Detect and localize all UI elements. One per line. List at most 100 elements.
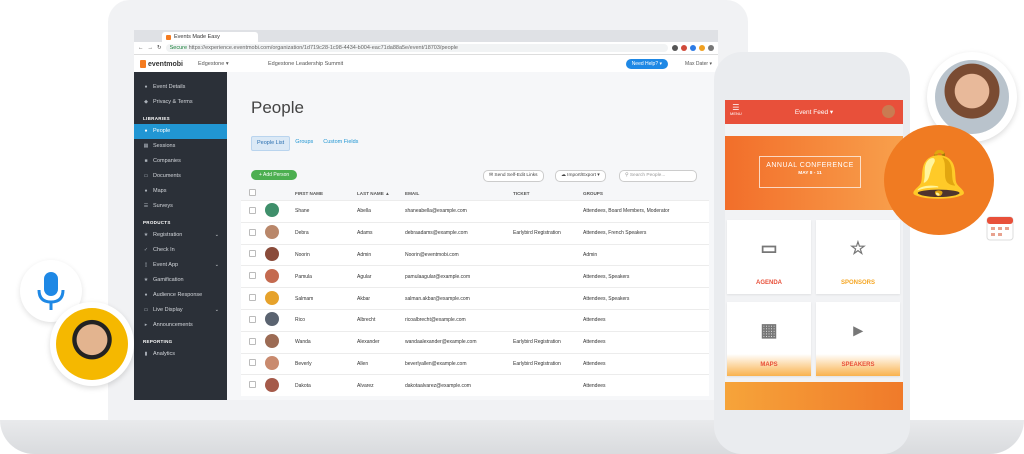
row-checkbox[interactable] [249,250,256,258]
trophy-icon: ★ [143,277,149,283]
table-row[interactable]: Noorin Admin Noorin@eventmobi.com Admin [241,243,709,266]
extension-icons [672,45,714,51]
sidebar-item-analytics[interactable]: ▮ Analytics [134,347,227,362]
avatar-photo [56,308,128,380]
import-export-button[interactable]: ☁ Import/Export ▾ [555,170,606,182]
row-checkbox[interactable] [249,337,256,345]
avatar[interactable] [882,105,895,118]
avatar [265,334,279,349]
conference-banner[interactable]: ANNUAL CONFERENCE MAY 8 - 11 [725,136,903,210]
org-selector[interactable]: Edgestone ▾ [198,61,268,67]
map-pin-icon: ● [144,188,148,194]
sidebar-item-people[interactable]: ● People [134,124,227,139]
email-cell: beverlyallen@example.com [405,360,467,367]
tile-agenda[interactable]: ▭ AGENDA [727,220,811,294]
table-row[interactable]: Rico Albrecht ricoalbrecht@example.com Atte… [241,308,709,331]
table-row[interactable]: Shane Abella shaneabella@example.com Attend… [241,200,709,222]
chevron-down-icon: ⌄ [214,262,219,268]
avatar [265,377,279,392]
sidebar-item-label: Sessions [153,143,176,149]
col-last-name[interactable]: LAST NAME ▲ [357,191,405,196]
row-checkbox[interactable] [249,206,256,214]
tab-groups[interactable]: Groups [290,136,318,149]
back-icon[interactable]: ← [138,45,144,51]
col-first-name[interactable]: FIRST NAME [295,191,357,196]
row-checkbox[interactable] [249,294,256,302]
table-row[interactable]: Wanda Alexander wandaalexander@example.com… [241,330,709,353]
phone-bottom-banner[interactable] [725,382,903,410]
sidebar-item-companies[interactable]: ■ Companies [134,154,227,169]
send-self-edit-links-button[interactable]: ✉ Send Self-Edit Links [483,170,544,182]
search-input[interactable]: ⚲ Search People... [619,170,697,182]
last-name-cell: Abella [357,208,371,215]
col-ticket[interactable]: TICKET [513,191,583,196]
chevron-down-icon: ⌄ [214,232,219,238]
row-checkbox[interactable] [249,228,256,236]
eventmobi-logo[interactable]: eventmobi [140,60,198,68]
chevron-down-icon: ▾ [225,61,229,67]
sidebar-item-maps[interactable]: ● Maps [134,184,227,199]
reload-icon[interactable]: ↻ [157,45,162,51]
sidebar-item-label: Event Details [153,84,186,90]
email-cell: Noorin@eventmobi.com [405,251,459,258]
sidebar-item-label: Registration [153,232,183,238]
avatar [265,203,279,218]
star-icon[interactable] [672,45,678,51]
sidebar-item-audience-response[interactable]: ● Audience Response [134,288,227,303]
col-groups[interactable]: GROUPS [583,191,709,196]
sidebar-item-event-app[interactable]: ▯ Event App ⌄ [134,258,227,273]
phone-header: ☰ MENU Event Feed ▾ [725,100,903,124]
need-help-button[interactable]: Need Help? ▾ [625,59,668,69]
row-checkbox[interactable] [249,315,256,323]
sidebar-item-documents[interactable]: ▭ Documents [134,169,227,184]
extension-icon[interactable] [690,45,696,51]
row-checkbox[interactable] [249,272,256,280]
col-email[interactable]: EMAIL [405,191,513,196]
row-checkbox[interactable] [249,381,256,389]
url-field[interactable]: Secure https://experience.eventmobi.com/… [165,44,668,52]
table-row[interactable]: Beverly Allen beverlyallen@example.com Earl… [241,352,709,375]
org-name: Edgestone [198,61,225,67]
sidebar-item-registration[interactable]: ★ Registration ⌄ [134,228,227,243]
extension-icon[interactable] [699,45,705,51]
sidebar-item-gamification[interactable]: ★ Gamification [134,273,227,288]
email-cell: pamulaagular@example.com [405,273,471,280]
menu-icon[interactable] [708,45,714,51]
search-icon: ⚲ [625,173,629,178]
row-checkbox[interactable] [249,359,256,367]
groups-cell: Admin [583,251,598,258]
select-all-checkbox[interactable] [249,189,256,196]
table-row[interactable]: Pamula Agular pamulaagular@example.com Atte… [241,265,709,288]
sidebar-item-live-display[interactable]: ▭ Live Display ⌄ [134,303,227,318]
people-icon: ● [144,128,148,134]
sidebar-item-label: Privacy & Terms [153,99,193,105]
sidebar-item-label: Audience Response [153,292,203,298]
sidebar-item-sessions[interactable]: ▦ Sessions [134,139,227,154]
tile-speakers[interactable]: ▸ SPEAKERS [816,302,900,376]
tab-people-list[interactable]: People List [251,136,291,151]
sidebar-item-surveys[interactable]: ☰ Surveys [134,199,227,214]
sidebar-item-event-details[interactable]: ● Event Details [134,80,227,95]
sidebar-item-privacy[interactable]: ◆ Privacy & Terms [134,95,227,110]
add-person-button[interactable]: + Add Person [251,170,298,180]
sidebar-item-label: Event App [153,262,179,268]
logo-mark-icon [140,60,146,68]
tab-custom-fields[interactable]: Custom Fields [318,136,363,149]
phone-title[interactable]: Event Feed ▾ [725,108,903,116]
table-row[interactable]: Dakota Alvarez dakotaalvarez@example.com At… [241,374,709,397]
notification-bell: 🔔 [884,125,994,235]
avatar [265,246,279,261]
map-grid-icon: ▦ [760,320,778,340]
forward-icon[interactable]: → [148,45,154,51]
user-menu[interactable]: Max Dater ▾ [685,59,712,69]
sponsor-badge-icon: ☆ [849,238,867,258]
tile-maps[interactable]: ▦ MAPS [727,302,811,376]
extension-icon[interactable] [681,45,687,51]
tile-sponsors[interactable]: ☆ SPONSORS [816,220,900,294]
megaphone-icon: ▸ [853,320,863,340]
sidebar-item-announcements[interactable]: ▸ Announcements [134,318,227,333]
browser-tab[interactable]: Events Made Easy [162,32,258,42]
sidebar-item-check-in[interactable]: ✓ Check In [134,243,227,258]
table-row[interactable]: Debra Adams debraadams@example.com Earlybir… [241,221,709,244]
table-row[interactable]: Salmam Akbar salman.akbar@example.com Atten… [241,287,709,309]
